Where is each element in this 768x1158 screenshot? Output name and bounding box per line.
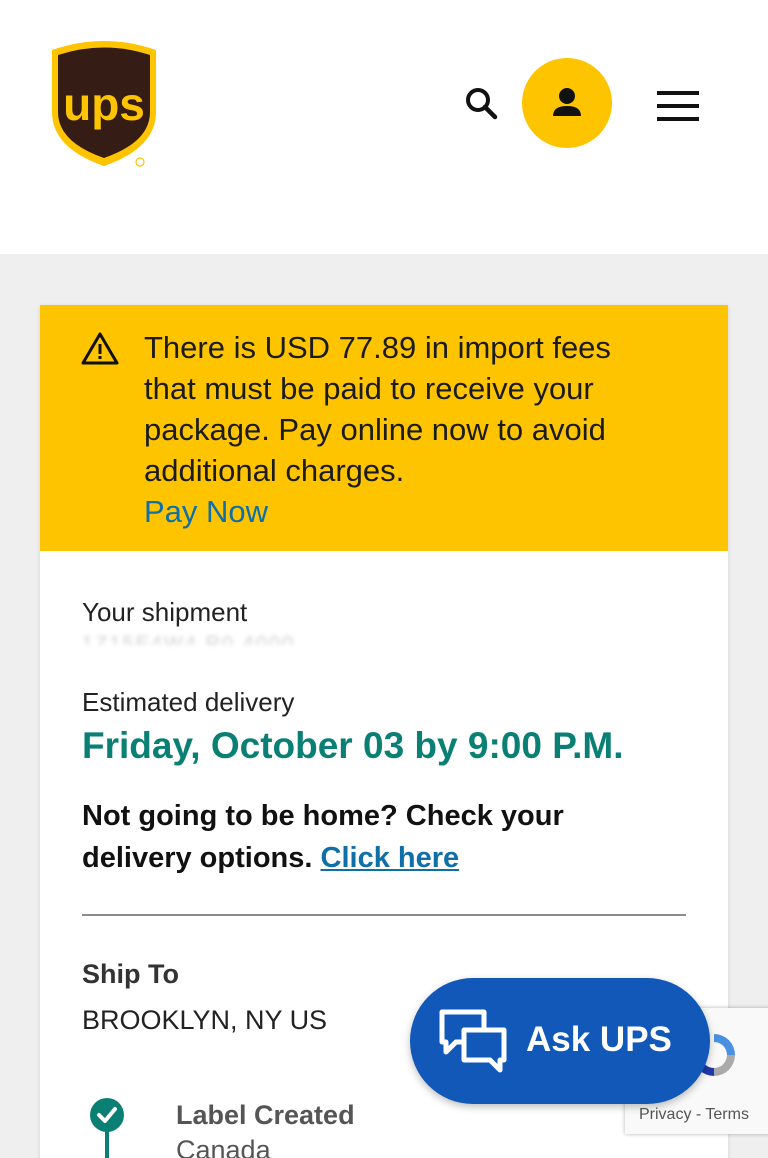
timeline-event-title: Label Created: [176, 1100, 355, 1130]
search-icon: [460, 88, 504, 130]
search-button[interactable]: [460, 82, 504, 126]
menu-button[interactable]: [654, 86, 702, 126]
alert-message-block: There is USD 77.89 in import fees that m…: [144, 327, 644, 532]
user-icon: [522, 88, 612, 152]
site-header: ups: [0, 0, 768, 254]
timeline-line: [105, 1131, 109, 1158]
alert-message: There is USD 77.89 in import fees that m…: [144, 330, 611, 488]
logo-text: ups: [63, 78, 145, 130]
ship-to-label: Ship To: [82, 959, 179, 989]
profile-button[interactable]: [522, 58, 612, 148]
shipment-label: Your shipment: [82, 597, 248, 627]
recaptcha-privacy-link[interactable]: Privacy: [639, 1106, 691, 1123]
divider: [82, 914, 686, 916]
pay-now-link[interactable]: Pay Now: [144, 491, 644, 532]
import-fees-alert: There is USD 77.89 in import fees that m…: [40, 305, 728, 551]
estimated-delivery-label: Estimated delivery: [82, 687, 295, 717]
tracking-number: 1Z15E4W4 R0 4000: [82, 633, 296, 645]
recaptcha-links: Privacy - Terms: [639, 1106, 749, 1124]
chat-bubbles-icon: [438, 1008, 510, 1074]
recaptcha-terms-link[interactable]: Terms: [705, 1106, 749, 1123]
ask-ups-button[interactable]: Ask UPS: [410, 978, 710, 1104]
hamburger-menu-icon: [654, 91, 702, 130]
delivery-options-prompt: Not going to be home? Check your deliver…: [82, 795, 642, 879]
ups-logo[interactable]: ups: [48, 38, 160, 170]
timeline-event-location: Canada: [176, 1135, 271, 1158]
timeline-status-dot: [90, 1098, 124, 1132]
recaptcha-separator: -: [695, 1106, 702, 1123]
ask-ups-label: Ask UPS: [526, 1020, 672, 1059]
estimated-delivery-date: Friday, October 03 by 9:00 P.M.: [82, 725, 624, 766]
ship-to-value: BROOKLYN, NY US: [82, 1005, 328, 1035]
click-here-link[interactable]: Click here: [321, 842, 460, 874]
page: ups There is USD 77.89 in import fees th…: [0, 0, 768, 1158]
warning-triangle-icon: [80, 331, 120, 367]
